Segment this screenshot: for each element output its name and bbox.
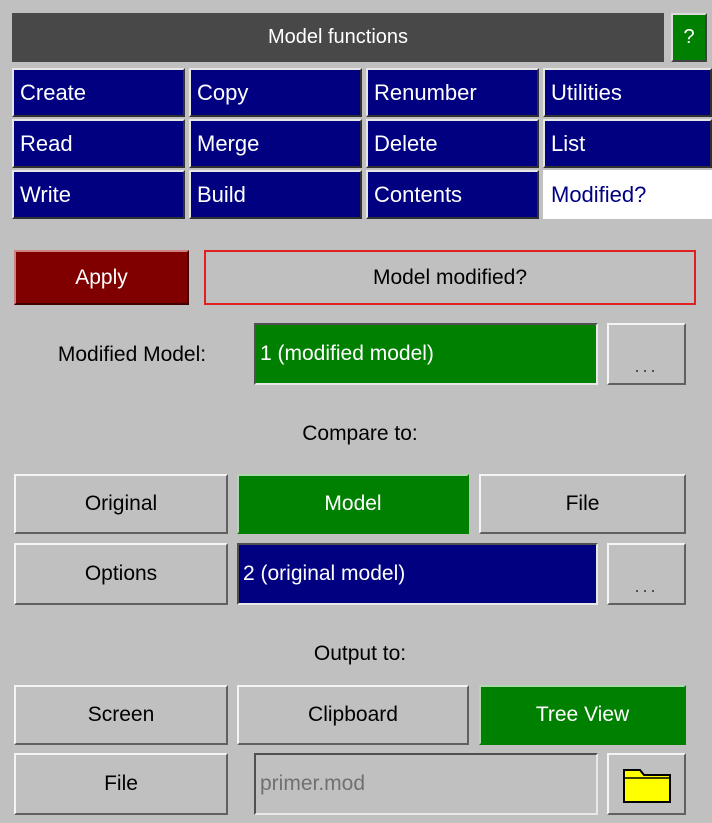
output-to-heading: Output to:: [313, 642, 407, 665]
menu-delete[interactable]: Delete: [366, 119, 539, 168]
output-filename-field[interactable]: primer.mod: [254, 753, 598, 815]
menu-merge[interactable]: Merge: [189, 119, 362, 168]
menu-list[interactable]: List: [543, 119, 712, 168]
compare-model-browse-button[interactable]: ...: [607, 543, 686, 605]
help-button[interactable]: ?: [671, 13, 707, 62]
compare-file-button[interactable]: File: [479, 474, 686, 534]
menu-build[interactable]: Build: [189, 170, 362, 219]
output-screen-button[interactable]: Screen: [14, 685, 228, 745]
options-button[interactable]: Options: [14, 543, 228, 605]
menu-utilities[interactable]: Utilities: [543, 68, 712, 117]
output-tree-view-button[interactable]: Tree View: [479, 685, 686, 745]
menu-copy[interactable]: Copy: [189, 68, 362, 117]
menu-modified[interactable]: Modified?: [543, 170, 712, 219]
compare-model-field[interactable]: 2 (original model): [237, 543, 598, 605]
folder-browse-button[interactable]: [607, 753, 686, 815]
apply-button[interactable]: Apply: [14, 250, 189, 305]
menu-create[interactable]: Create: [12, 68, 185, 117]
compare-to-heading: Compare to:: [302, 422, 418, 445]
modified-model-label: Modified Model:: [57, 343, 207, 366]
window-title: Model functions: [12, 13, 664, 62]
menu-contents[interactable]: Contents: [366, 170, 539, 219]
function-header: Model modified?: [204, 250, 696, 305]
menu-renumber[interactable]: Renumber: [366, 68, 539, 117]
compare-model-button[interactable]: Model: [237, 474, 469, 534]
output-file-button[interactable]: File: [14, 753, 228, 815]
menu-read[interactable]: Read: [12, 119, 185, 168]
menu-write[interactable]: Write: [12, 170, 185, 219]
compare-original-button[interactable]: Original: [14, 474, 228, 534]
folder-icon: [622, 764, 672, 804]
output-clipboard-button[interactable]: Clipboard: [237, 685, 469, 745]
modified-model-field[interactable]: 1 (modified model): [254, 323, 598, 385]
modified-model-browse-button[interactable]: ...: [607, 323, 686, 385]
